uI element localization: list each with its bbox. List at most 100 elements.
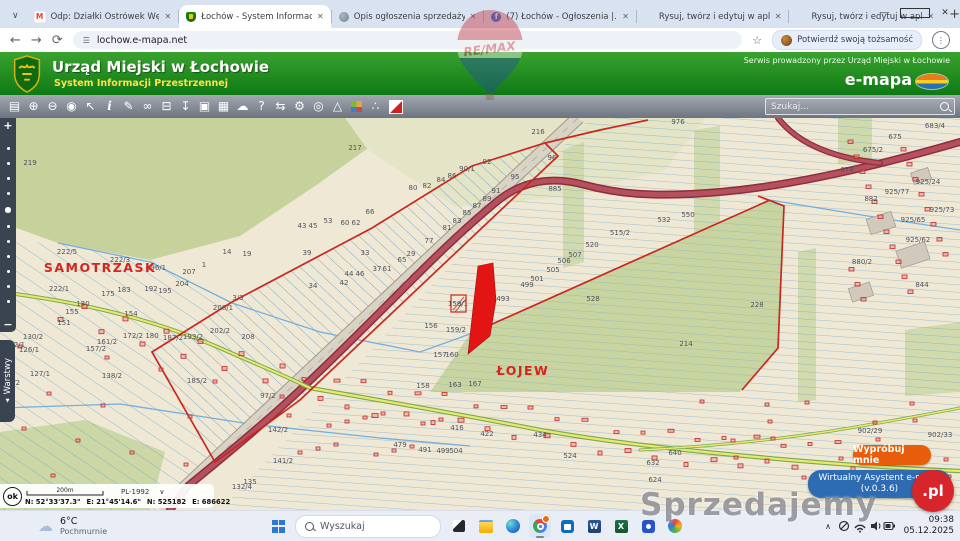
ok-button[interactable]: ok	[3, 487, 22, 506]
taskbar-app-video-app[interactable]	[637, 514, 659, 538]
zoom-slider[interactable]	[5, 133, 11, 317]
parcel-label: 65	[398, 256, 407, 264]
download-icon[interactable]: ↧	[176, 95, 195, 118]
parcel-label: 39	[303, 249, 312, 257]
tab-close-icon[interactable]: ✕	[775, 12, 782, 21]
tray-expand-icon[interactable]: ∧	[825, 522, 831, 531]
map-status-bar: ok 200m PL-1992 ∨ N: 52°33'37.3" E: 21°4…	[0, 484, 214, 508]
graticule-icon[interactable]: △	[328, 95, 347, 118]
map-viewport[interactable]: 219222/5222/3196/1207204222/111419183175…	[0, 118, 960, 510]
search-icon[interactable]	[940, 102, 949, 111]
word-icon: W	[588, 520, 601, 533]
parcel-label: 44	[345, 270, 354, 278]
place-label: ŁOJEW	[496, 363, 550, 378]
taskbar-app-edge[interactable]	[502, 514, 524, 538]
taskbar-app-task-view[interactable]	[448, 514, 470, 538]
compass-icon[interactable]	[389, 100, 403, 114]
maximize-icon[interactable]	[900, 0, 930, 26]
status-content: 200m PL-1992 ∨ N: 52°33'37.3" E: 21°45'1…	[25, 487, 214, 506]
taskbar-clock[interactable]: 09:38 05.12.2025	[904, 515, 954, 538]
bookmark-star-icon[interactable]: ☆	[752, 34, 762, 47]
task-view-icon	[453, 520, 465, 532]
browser-tab[interactable]: Łochów - System Informac...✕	[179, 5, 331, 28]
service-note: Serwis prowadzony przez Urząd Miejski w …	[744, 56, 950, 65]
taskbar-app-file-explorer[interactable]	[475, 514, 497, 538]
taskbar-app-chrome[interactable]	[529, 514, 551, 538]
browser-tab[interactable]: Opis ogłoszenia sprzedaży✕	[332, 5, 484, 28]
copy-view-icon[interactable]: ▣	[195, 95, 214, 118]
measure-icon[interactable]: ✎	[119, 95, 138, 118]
taskbar-app-word[interactable]: W	[583, 514, 605, 538]
video-app-icon	[642, 520, 655, 533]
omnibox[interactable]: ☰ lochow.e-mapa.net	[73, 31, 743, 49]
taskbar-app-store[interactable]	[556, 514, 578, 538]
zoom-in-icon[interactable]: ⊕	[24, 95, 43, 118]
parcel-label: 77	[425, 237, 434, 245]
tray-status-icons[interactable]	[838, 519, 896, 533]
parcel-label: 19	[243, 250, 252, 258]
browser-menu-icon[interactable]: ⋮	[932, 31, 950, 49]
photos-icon	[668, 519, 682, 533]
taskbar-app-photos[interactable]	[664, 514, 686, 538]
assistant-try-button[interactable]: Wypróbuj mnie	[853, 445, 931, 465]
parcel-label: 43	[298, 222, 307, 230]
portal-header: Urząd Miejski w Łochowie System Informac…	[0, 52, 960, 95]
browser-tab[interactable]: f(7) Łochów - Ogłoszenia |...✕	[484, 5, 636, 28]
search-parcel-icon[interactable]: ◎	[309, 95, 328, 118]
tab-close-icon[interactable]: ✕	[164, 12, 171, 21]
tab-search-icon[interactable]: ∨	[12, 11, 19, 21]
zoom-out-button[interactable]: −	[3, 317, 12, 332]
file-explorer-icon	[479, 520, 493, 533]
taskbar-weather-widget[interactable]: ☁ 6°C Pochmurnie	[38, 511, 107, 541]
crs-selector[interactable]: PL-1992	[121, 488, 149, 496]
settings-icon[interactable]: ⚙	[290, 95, 309, 118]
parcel-label: 159/1	[448, 300, 468, 308]
chevron-down-icon[interactable]: ∨	[159, 488, 164, 496]
taskbar-search[interactable]: Wyszukaj	[295, 515, 441, 538]
parcel-label: 640	[668, 449, 681, 457]
parcel-label: 193/2	[183, 333, 203, 341]
transfer-icon[interactable]: ⇆	[271, 95, 290, 118]
parcel-label: 491	[418, 446, 431, 454]
wifi-icon	[855, 525, 865, 528]
taskbar-app-excel[interactable]: X	[610, 514, 632, 538]
map-canvas[interactable]: 219222/5222/3196/1207204222/111419183175…	[0, 118, 960, 510]
close-icon[interactable]: ✕	[930, 0, 960, 26]
cloud-icon: ☁	[38, 517, 53, 535]
map-search-input[interactable]: Szukaj...	[765, 98, 955, 115]
zoom-out-icon[interactable]: ⊖	[43, 95, 62, 118]
back-icon[interactable]: ←	[10, 33, 21, 48]
tab-close-icon[interactable]: ✕	[317, 12, 324, 21]
reload-icon[interactable]: ⟳	[52, 33, 63, 48]
identify-icon[interactable]: i	[100, 95, 119, 118]
identity-confirm-button[interactable]: Potwierdź swoją tożsamość	[772, 30, 922, 50]
parcel-label: 202/2	[210, 327, 230, 335]
pointer-icon[interactable]: ↖	[81, 95, 100, 118]
share-icon[interactable]: ∴	[366, 95, 385, 118]
site-info-icon[interactable]: ☰	[83, 36, 90, 45]
link-icon[interactable]: ∞	[138, 95, 157, 118]
shield-favicon-icon	[186, 12, 196, 22]
print-icon[interactable]: ⊟	[157, 95, 176, 118]
start-button[interactable]	[272, 520, 285, 533]
comment-cloud-icon[interactable]: ☁	[233, 95, 252, 118]
minimize-icon[interactable]: —	[870, 0, 900, 26]
forward-icon[interactable]: →	[31, 33, 42, 48]
parcel-label: 130/2	[23, 333, 43, 341]
browser-tab[interactable]: Rysuj, twórz i edytuj w apl...✕	[637, 5, 789, 28]
browser-tab[interactable]: MOdp: Działki Ostrówek Wę...✕	[27, 5, 179, 28]
zoom-control[interactable]: + −	[0, 118, 16, 332]
select-area-icon[interactable]: ◉	[62, 95, 81, 118]
system-tray: ∧	[825, 511, 896, 541]
tab-close-icon[interactable]: ✕	[470, 12, 477, 21]
legend-icon[interactable]	[351, 101, 362, 112]
panels-icon[interactable]: ▦	[214, 95, 233, 118]
assistant-version: (v.0.3.6)	[861, 484, 898, 495]
layers-panel-tab[interactable]: Warstwy ▼	[0, 340, 15, 422]
tab-close-icon[interactable]: ✕	[622, 12, 629, 21]
layers-icon[interactable]: ▤	[5, 95, 24, 118]
parcel-label: 499	[436, 447, 449, 455]
help-icon[interactable]: ?	[252, 95, 271, 118]
zoom-in-button[interactable]: +	[3, 118, 12, 133]
parcel-label: 138/2	[102, 372, 122, 380]
